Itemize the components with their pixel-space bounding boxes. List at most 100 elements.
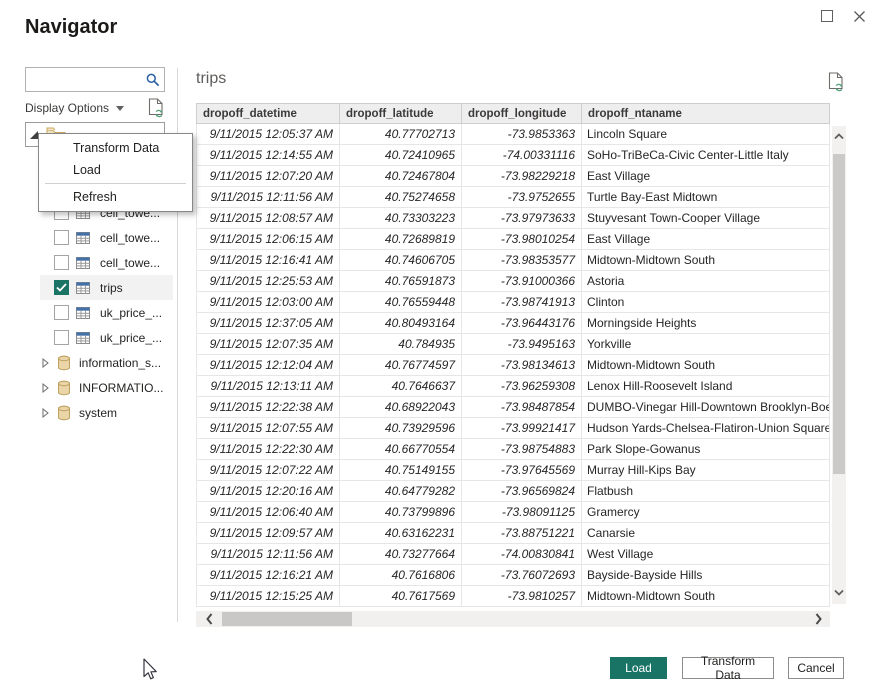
table-cell: 9/11/2015 12:03:00 AM <box>196 292 340 313</box>
checkbox[interactable] <box>54 330 69 345</box>
search-icon[interactable] <box>146 73 160 87</box>
tree-item-information-s[interactable]: information_s... <box>25 350 173 375</box>
table-cell: 40.73799896 <box>340 502 462 523</box>
table-cell: -73.9810257 <box>462 586 582 607</box>
menu-item-transform-data[interactable]: Transform Data <box>39 137 192 159</box>
display-options-button[interactable]: Display Options <box>25 101 109 115</box>
table-row: 9/11/2015 12:07:55 AM40.73929596-73.9992… <box>196 418 830 439</box>
table-cell: 9/11/2015 12:16:41 AM <box>196 250 340 271</box>
table-cell: 9/11/2015 12:07:20 AM <box>196 166 340 187</box>
cancel-button[interactable]: Cancel <box>788 657 844 679</box>
table-cell: Midtown-Midtown South <box>582 355 830 376</box>
tree-item-label: trips <box>100 281 123 295</box>
table-cell: -73.97973633 <box>462 208 582 229</box>
tree-item-cell-towe[interactable]: cell_towe... <box>25 225 173 250</box>
maximize-button[interactable] <box>819 8 835 24</box>
horizontal-scrollbar[interactable] <box>196 611 830 627</box>
table-cell: Murray Hill-Kips Bay <box>582 460 830 481</box>
table-cell: Bayside-Bayside Hills <box>582 565 830 586</box>
table-cell: West Village <box>582 544 830 565</box>
expanded-triangle-icon[interactable] <box>30 131 38 139</box>
tree-item-label: uk_price_... <box>100 331 162 345</box>
scroll-left-icon[interactable] <box>206 613 213 625</box>
context-menu: Transform DataLoad Refresh <box>38 133 193 212</box>
database-icon <box>57 355 71 371</box>
checkbox[interactable] <box>54 280 69 295</box>
table-cell: 9/11/2015 12:09:57 AM <box>196 523 340 544</box>
table-cell: -73.98754883 <box>462 439 582 460</box>
table-row: 9/11/2015 12:11:56 AM40.75274658-73.9752… <box>196 187 830 208</box>
table-cell: Astoria <box>582 271 830 292</box>
vertical-scrollbar[interactable] <box>832 126 846 604</box>
close-button[interactable] <box>851 8 867 24</box>
table-cell: 9/11/2015 12:06:15 AM <box>196 229 340 250</box>
tree-item-label: system <box>79 406 117 420</box>
close-icon <box>853 10 866 23</box>
table-cell: 9/11/2015 12:13:11 AM <box>196 376 340 397</box>
table-cell: 9/11/2015 12:07:35 AM <box>196 334 340 355</box>
table-cell: Clinton <box>582 292 830 313</box>
refresh-preview-icon[interactable] <box>148 98 165 118</box>
table-row: 9/11/2015 12:13:11 AM40.7646637-73.96259… <box>196 376 830 397</box>
table-cell: -73.97645569 <box>462 460 582 481</box>
table-cell: SoHo-TriBeCa-Civic Center-Little Italy <box>582 145 830 166</box>
table-cell: Midtown-Midtown South <box>582 586 830 607</box>
tree-item-label: information_s... <box>79 356 161 370</box>
chevron-right-icon[interactable] <box>42 383 50 393</box>
preview-table-title: trips <box>196 70 226 88</box>
search-input[interactable] <box>26 68 146 91</box>
table-cell: 9/11/2015 12:25:53 AM <box>196 271 340 292</box>
table-cell: 40.64779282 <box>340 481 462 502</box>
scroll-up-icon[interactable] <box>834 133 844 140</box>
scroll-down-icon[interactable] <box>834 589 844 596</box>
tree-item-uk-price[interactable]: uk_price_... <box>25 300 173 325</box>
table-cell: -73.88751221 <box>462 523 582 544</box>
tree-item-informatio[interactable]: INFORMATIO... <box>25 375 173 400</box>
transform-data-button[interactable]: Transform Data <box>682 657 774 679</box>
checkbox[interactable] <box>54 255 69 270</box>
table-row: 9/11/2015 12:20:16 AM40.64779282-73.9656… <box>196 481 830 502</box>
checkbox[interactable] <box>54 230 69 245</box>
table-cell: 40.73277664 <box>340 544 462 565</box>
table-cell: 9/11/2015 12:37:05 AM <box>196 313 340 334</box>
table-cell: Yorkville <box>582 334 830 355</box>
chevron-right-icon[interactable] <box>42 358 50 368</box>
chevron-down-icon[interactable] <box>116 106 124 111</box>
checkbox[interactable] <box>54 305 69 320</box>
table-cell: -74.00331116 <box>462 145 582 166</box>
table-cell: -73.98091125 <box>462 502 582 523</box>
table-cell: -73.9853363 <box>462 124 582 145</box>
table-cell: 40.76559448 <box>340 292 462 313</box>
load-button[interactable]: Load <box>610 657 667 679</box>
scroll-right-icon[interactable] <box>815 613 822 625</box>
tree-item-uk-price[interactable]: uk_price_... <box>25 325 173 350</box>
table-cell: -73.9495163 <box>462 334 582 355</box>
table-cell: 40.784935 <box>340 334 462 355</box>
search-box[interactable] <box>25 67 165 92</box>
vertical-scroll-thumb[interactable] <box>833 154 845 474</box>
table-cell: Lincoln Square <box>582 124 830 145</box>
refresh-preview-icon[interactable] <box>828 72 845 92</box>
tree-item-cell-towe[interactable]: cell_towe... <box>25 250 173 275</box>
table-cell: -73.98487854 <box>462 397 582 418</box>
menu-item-load[interactable]: Load <box>39 159 192 181</box>
tree-item-trips[interactable]: trips <box>25 275 173 300</box>
table-cell: 9/11/2015 12:12:04 AM <box>196 355 340 376</box>
table-row: 9/11/2015 12:12:04 AM40.76774597-73.9813… <box>196 355 830 376</box>
column-header-dropoff_latitude: dropoff_latitude <box>340 103 462 124</box>
table-cell: Hudson Yards-Chelsea-Flatiron-Union Squa… <box>582 418 830 439</box>
table-cell: DUMBO-Vinegar Hill-Downtown Brooklyn-Boe… <box>582 397 830 418</box>
horizontal-scroll-thumb[interactable] <box>222 612 352 626</box>
tree-item-system[interactable]: system <box>25 400 173 425</box>
table-cell: 40.74606705 <box>340 250 462 271</box>
table-cell: 40.72467804 <box>340 166 462 187</box>
table-body: 9/11/2015 12:05:37 AM40.77702713-73.9853… <box>196 124 830 607</box>
tree-item-label: cell_towe... <box>100 256 160 270</box>
table-cell: 40.68922043 <box>340 397 462 418</box>
display-options-row: Display Options <box>25 98 165 118</box>
table-icon <box>76 282 90 294</box>
table-row: 9/11/2015 12:08:57 AM40.73303223-73.9797… <box>196 208 830 229</box>
chevron-right-icon[interactable] <box>42 408 50 418</box>
menu-item-refresh[interactable]: Refresh <box>39 186 192 208</box>
tree-item-label: INFORMATIO... <box>79 381 163 395</box>
